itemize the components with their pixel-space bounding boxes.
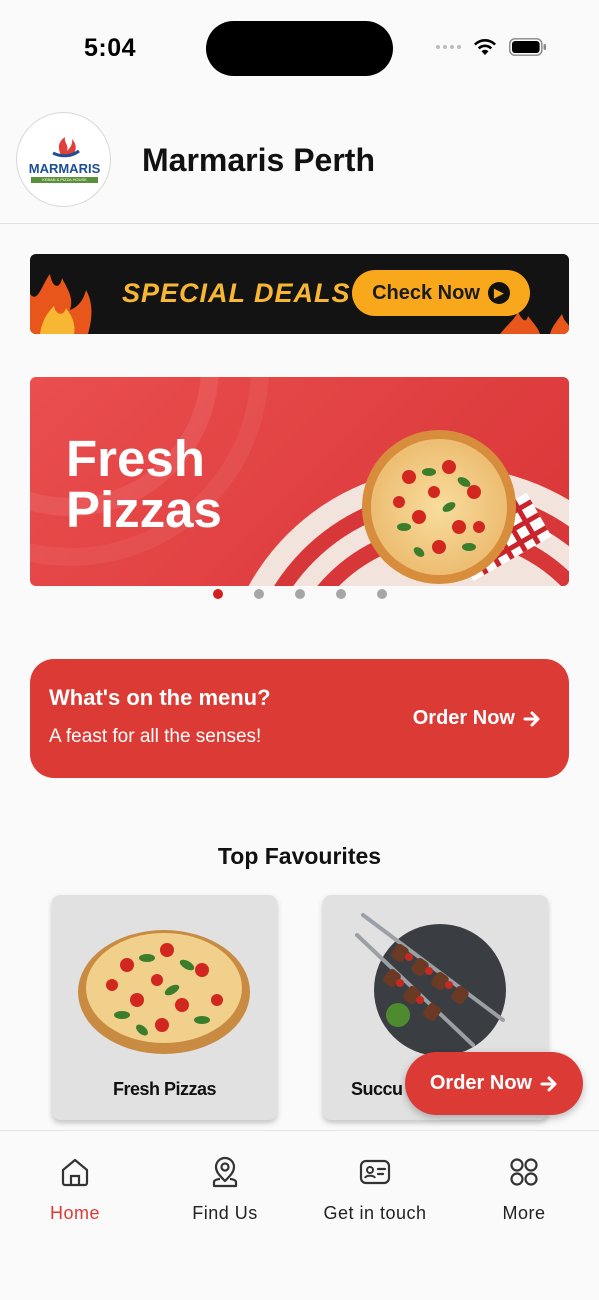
dynamic-island [206, 21, 393, 76]
status-time: 5:04 [84, 34, 137, 62]
app-header: MARMARIS KEBAB & PIZZA HOUSE Marmaris Pe… [0, 96, 599, 224]
kebab-image [355, 913, 506, 1056]
menu-order-now-link[interactable]: Order Now [413, 707, 541, 730]
status-icons [436, 38, 547, 56]
menu-promo-subtitle: A feast for all the senses! [49, 726, 262, 747]
grid-icon [510, 1158, 538, 1186]
nav-item-find-us[interactable]: Find Us [150, 1155, 300, 1224]
carousel-dot-5[interactable] [377, 589, 387, 599]
arrow-right-icon [523, 711, 540, 726]
pizza-image [362, 430, 516, 584]
special-deals-banner[interactable]: SPECIAL DEALS Check Now ▶ [30, 254, 569, 334]
carousel-dot-2[interactable] [254, 589, 264, 599]
location-pin-icon [212, 1156, 238, 1188]
nav-item-home[interactable]: Home [0, 1155, 150, 1224]
fab-order-now-label: Order Now [429, 1072, 533, 1094]
nav-label-more: More [502, 1203, 546, 1223]
top-favourites-heading: Top Favourites [217, 843, 382, 869]
battery-icon [509, 38, 546, 56]
hero-title: Fresh Pizzas [66, 430, 222, 538]
nav-item-get-in-touch[interactable]: Get in touch [300, 1155, 450, 1224]
brand-logo[interactable]: MARMARIS KEBAB & PIZZA HOUSE [16, 112, 111, 207]
logo-text: MARMARIS [28, 161, 101, 176]
nav-item-more[interactable]: More [449, 1155, 599, 1224]
menu-promo-title: What's on the menu? [49, 685, 271, 710]
arrow-right-icon [540, 1076, 557, 1091]
signal-dots-icon [436, 45, 461, 49]
contact-card-icon [359, 1159, 391, 1185]
wifi-icon [474, 39, 496, 55]
carousel-dot-4[interactable] [336, 589, 346, 599]
floating-order-now-button[interactable]: Order Now [405, 1052, 583, 1115]
check-now-label: Check Now [372, 281, 480, 304]
bottom-navigation: Home Find Us Get in touch More [0, 1130, 599, 1300]
logo-subtext: KEBAB & PIZZA HOUSE [31, 177, 98, 183]
nav-label-find-us: Find Us [192, 1203, 258, 1223]
carousel-dot-3[interactable] [295, 589, 305, 599]
favourite-label: Fresh Pizzas [112, 1079, 217, 1099]
menu-order-now-label: Order Now [412, 707, 515, 729]
nav-label-get-in-touch: Get in touch [323, 1203, 427, 1223]
status-bar: 5:04 [0, 0, 599, 96]
home-icon [61, 1158, 89, 1187]
hero-carousel-slide[interactable]: Fresh Pizzas [30, 377, 569, 586]
pizza-image [78, 930, 250, 1054]
carousel-dot-1[interactable] [213, 589, 223, 599]
nav-label-home: Home [49, 1203, 100, 1223]
menu-promo-card[interactable]: What's on the menu? A feast for all the … [30, 659, 569, 778]
flame-icon [52, 137, 80, 158]
favourite-card-fresh-pizzas[interactable]: Fresh Pizzas [52, 895, 277, 1120]
deals-text: SPECIAL DEALS [122, 278, 351, 308]
check-now-button[interactable]: Check Now ▶ [352, 270, 530, 316]
chevron-right-icon: ▶ [487, 282, 510, 304]
page-title: Marmaris Perth [142, 142, 375, 178]
carousel-pagination [213, 589, 387, 599]
